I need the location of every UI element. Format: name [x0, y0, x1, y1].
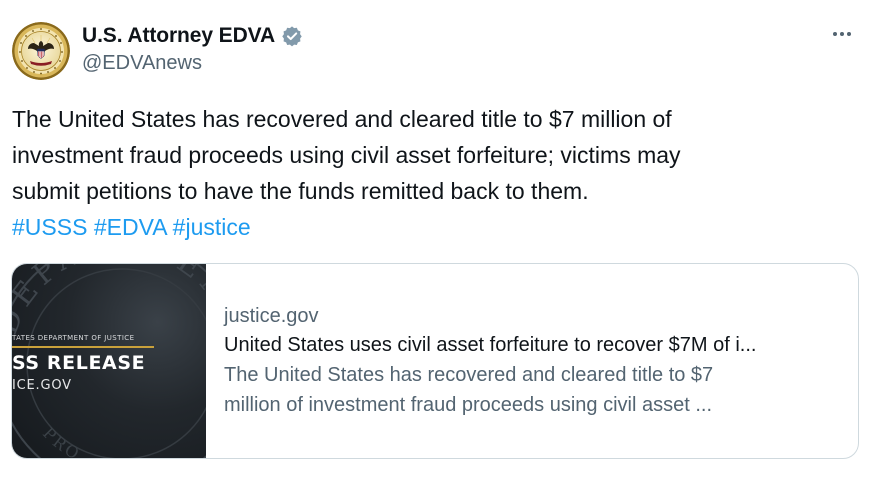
- tweet-text-line: investment fraud proceeds using civil as…: [12, 142, 681, 168]
- hashtag-usss[interactable]: #USSS: [12, 214, 87, 240]
- thumbnail-gold-rule: [12, 346, 154, 348]
- thumbnail-headline: SS RELEASE: [12, 352, 146, 374]
- hashtag-justice[interactable]: #justice: [173, 214, 251, 240]
- card-description-line: The United States has recovered and clea…: [224, 364, 714, 386]
- author-handle[interactable]: @EDVAnews: [82, 52, 202, 75]
- card-thumbnail: DEPARTMENT PRO TATES DEPARTMENT OF JUSTI…: [12, 264, 206, 458]
- doj-seal-icon: [12, 22, 70, 80]
- thumbnail-site-text: ICE.GOV: [12, 378, 72, 393]
- link-preview-card[interactable]: DEPARTMENT PRO TATES DEPARTMENT OF JUSTI…: [11, 263, 859, 459]
- author-name-row: U.S. Attorney EDVA: [82, 22, 303, 50]
- hashtag-edva[interactable]: #EDVA: [94, 214, 166, 240]
- thumbnail-small-text: TATES DEPARTMENT OF JUSTICE: [12, 334, 135, 342]
- avatar[interactable]: [12, 22, 70, 80]
- hashtag-list: #USSS #EDVA #justice: [12, 209, 862, 245]
- card-text: justice.gov United States uses civil ass…: [206, 264, 858, 458]
- svg-text:PRO: PRO: [39, 424, 85, 458]
- card-description-line: million of investment fraud proceeds usi…: [224, 394, 712, 416]
- tweet-text-line: submit petitions to have the funds remit…: [12, 178, 589, 204]
- tweet-text-line: The United States has recovered and clea…: [12, 106, 672, 132]
- svg-text:DEPARTMENT: DEPARTMENT: [12, 264, 206, 339]
- more-options-button[interactable]: [825, 20, 859, 48]
- card-domain: justice.gov: [224, 305, 319, 327]
- more-options-icon: [833, 32, 851, 36]
- card-title: United States uses civil asset forfeitur…: [224, 334, 757, 356]
- tweet-text: The United States has recovered and clea…: [12, 101, 862, 245]
- verified-badge-icon[interactable]: [281, 25, 303, 47]
- tweet[interactable]: U.S. Attorney EDVA @EDVAnews The United …: [0, 0, 875, 480]
- author-display-name[interactable]: U.S. Attorney EDVA: [82, 24, 275, 48]
- card-description: The United States has recovered and clea…: [224, 360, 838, 420]
